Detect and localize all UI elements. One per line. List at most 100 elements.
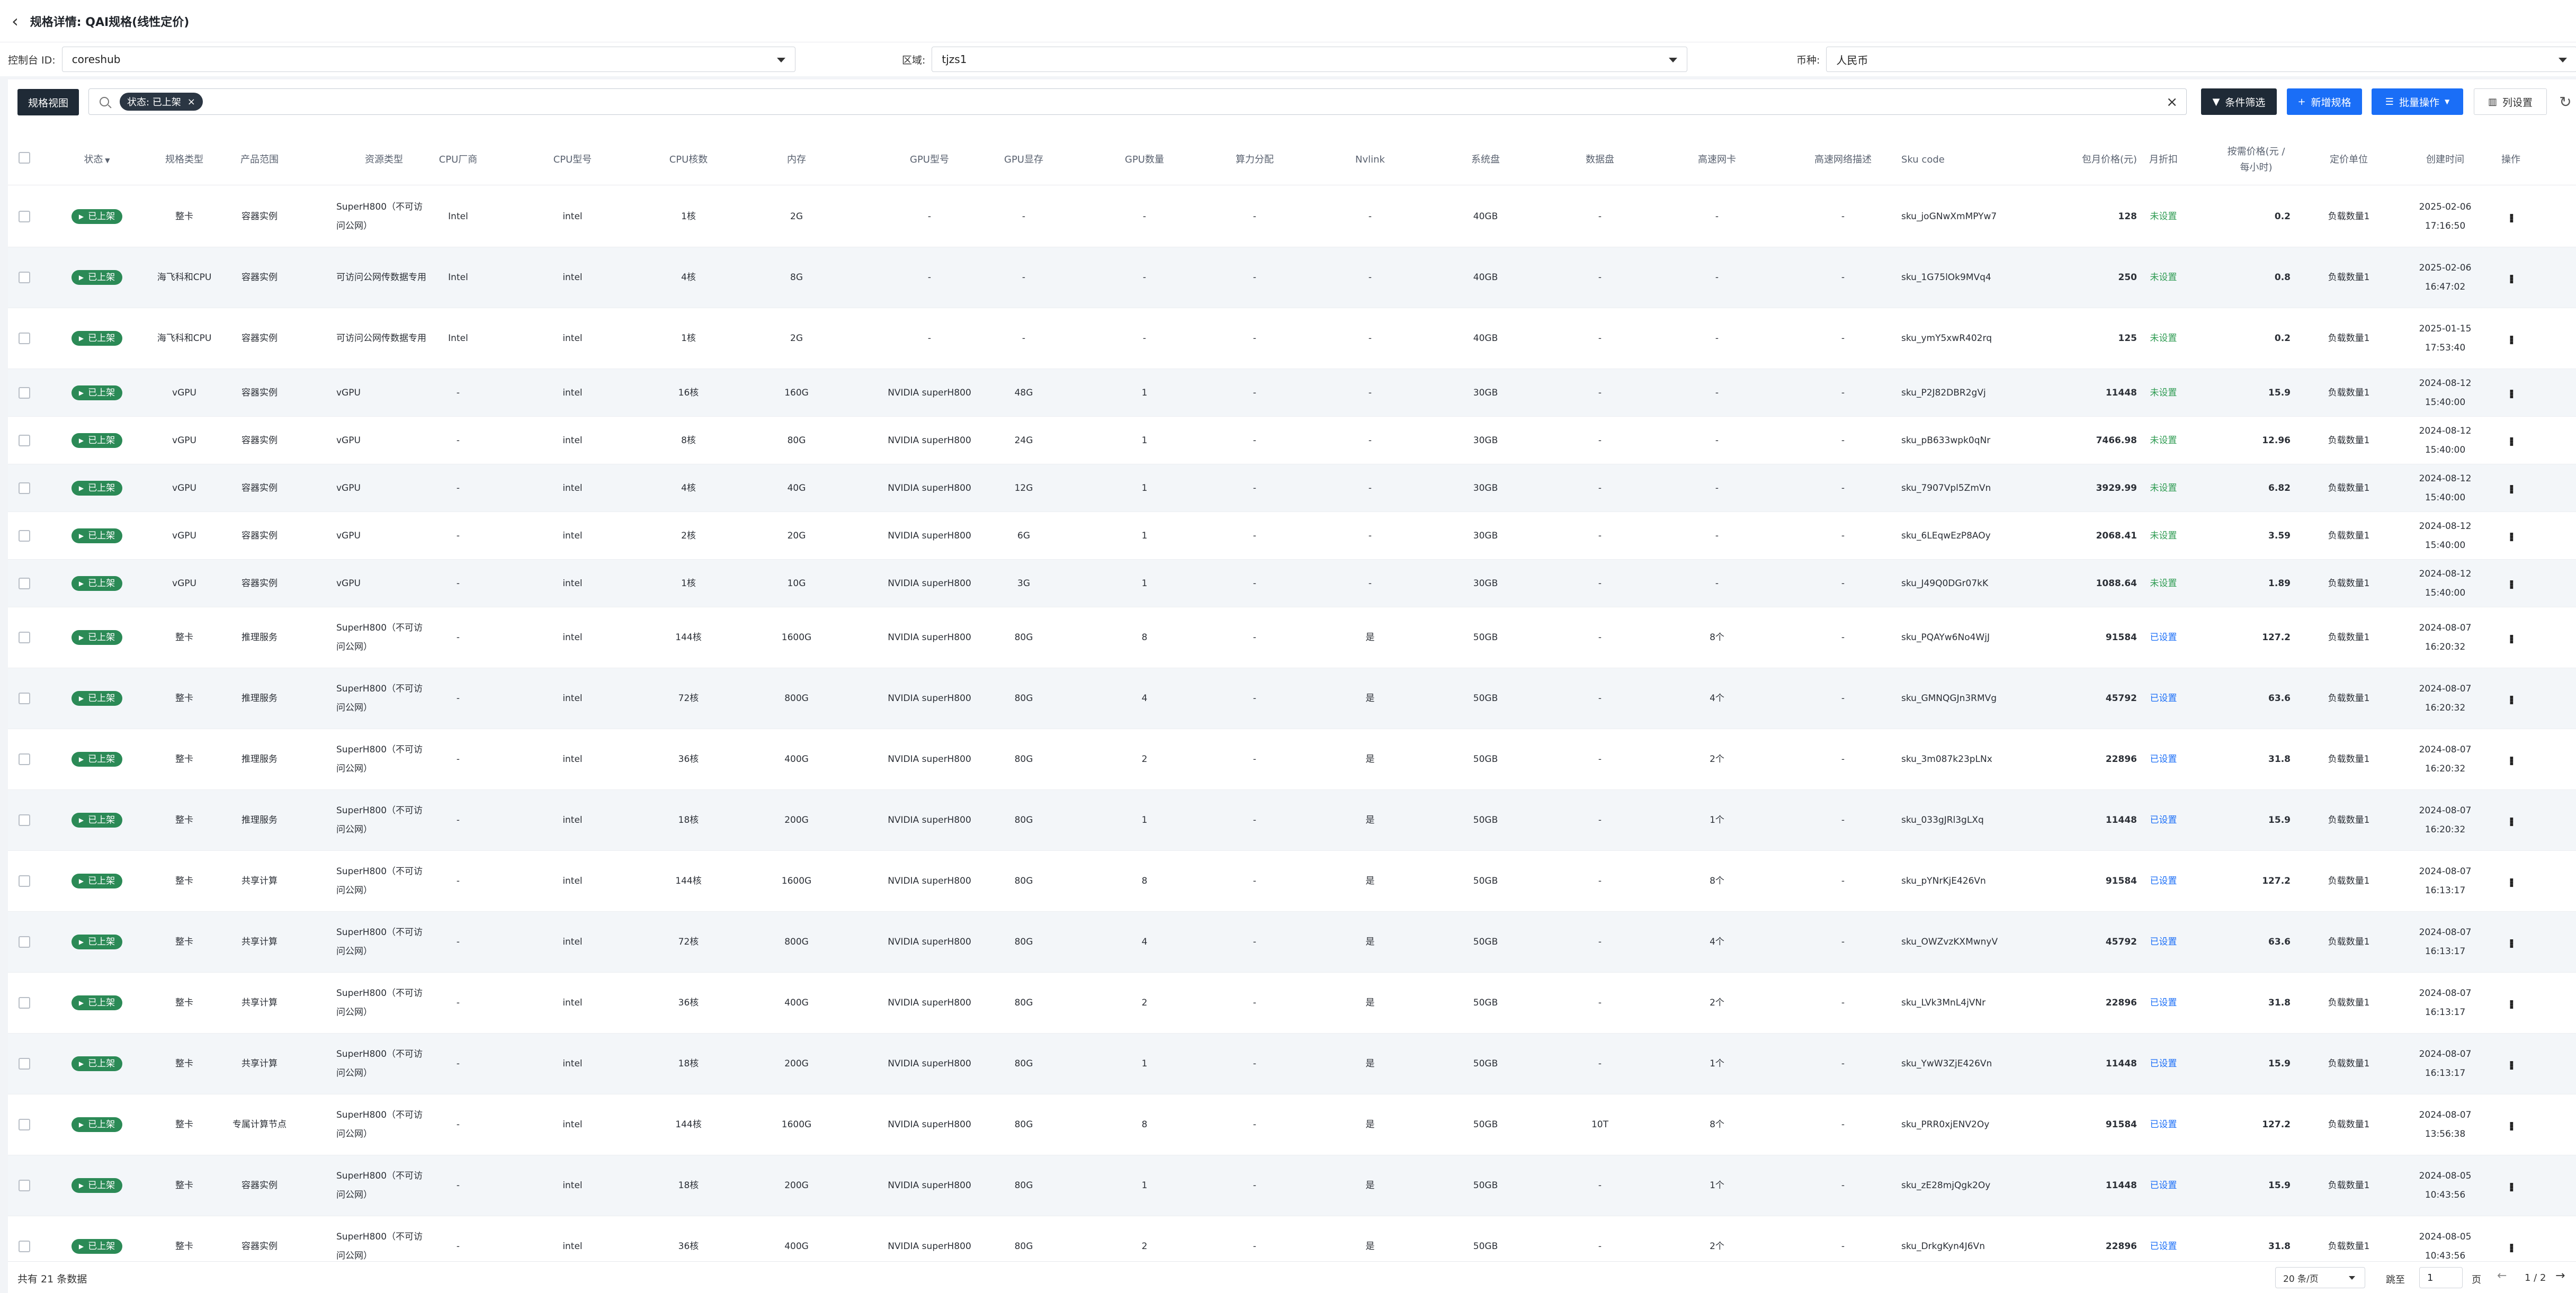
more-actions-icon[interactable]: ··· (2501, 436, 2520, 444)
row-checkbox[interactable] (19, 632, 30, 643)
row-checkbox[interactable] (19, 211, 30, 222)
currency-select[interactable]: 人民币 (1826, 47, 2576, 72)
cell-gpu-model: NVIDIA superH800 (888, 1119, 971, 1130)
more-actions-icon[interactable]: ··· (2501, 1181, 2520, 1190)
cell-nic: 2个 (1710, 754, 1724, 765)
more-actions-icon[interactable]: ··· (2501, 938, 2520, 946)
column-settings-button[interactable]: ▥ 列设置 (2474, 88, 2547, 115)
row-checkbox[interactable] (19, 1180, 30, 1191)
cell-cores-wrap: 1核 (643, 308, 734, 369)
select-all-checkbox[interactable] (19, 152, 30, 164)
more-actions-icon[interactable]: ··· (2501, 877, 2520, 885)
play-icon: ▶ (78, 634, 84, 641)
cell-hourly-wrap: 0.2 (2222, 308, 2291, 369)
cell-discount[interactable]: 已设置 (2150, 1176, 2177, 1195)
more-actions-icon[interactable]: ··· (2501, 388, 2520, 397)
row-checkbox[interactable] (19, 753, 30, 765)
row-checkbox[interactable] (19, 997, 30, 1009)
cell-cpu-model-wrap: intel (535, 1155, 610, 1216)
cell-discount[interactable]: 已设置 (2150, 1237, 2177, 1256)
batch-operation-button[interactable]: ☰ 批量操作 ▼ (2372, 88, 2463, 115)
cell-discount[interactable]: 未设置 (2150, 526, 2177, 545)
cell-unit-wrap: 负载数量1 (2317, 790, 2381, 850)
back-arrow-icon[interactable]: ‹ (12, 13, 19, 30)
cell-discount[interactable]: 已设置 (2150, 1054, 2177, 1073)
row-checkbox[interactable] (19, 333, 30, 344)
more-actions-icon[interactable]: ··· (2501, 1059, 2520, 1068)
cell-hourly: 31.8 (2268, 1241, 2291, 1252)
row-checkbox[interactable] (19, 875, 30, 887)
row-checkbox[interactable] (19, 272, 30, 283)
more-actions-icon[interactable]: ··· (2501, 755, 2520, 764)
more-actions-icon[interactable]: ··· (2501, 1242, 2520, 1251)
cell-cores: 1核 (681, 333, 696, 344)
row-checkbox[interactable] (19, 1058, 30, 1070)
clear-search-icon[interactable]: × (2166, 94, 2178, 110)
row-checkbox[interactable] (19, 693, 30, 704)
row-checkbox[interactable] (19, 434, 30, 446)
cell-discount[interactable]: 已设置 (2150, 750, 2177, 769)
condition-filter-button[interactable]: ▼ 条件筛选 (2201, 88, 2277, 115)
cell-hourly-wrap: 15.9 (2222, 1034, 2291, 1094)
row-checkbox[interactable] (19, 1119, 30, 1130)
row-checkbox[interactable] (19, 936, 30, 948)
cell-discount[interactable]: 未设置 (2150, 207, 2177, 226)
cell-discount[interactable]: 未设置 (2150, 479, 2177, 498)
close-icon[interactable]: × (187, 96, 195, 107)
more-actions-icon[interactable]: ··· (2501, 694, 2520, 703)
console-select[interactable]: coreshub (61, 47, 795, 72)
row-checkbox[interactable] (19, 1241, 30, 1252)
row-checkbox[interactable] (19, 482, 30, 494)
status-label: 已上架 (88, 815, 115, 825)
cell-cpu-vendor: - (456, 754, 460, 765)
cell-net-desc-wrap: - (1793, 308, 1893, 369)
jump-page-input[interactable]: 1 (2419, 1267, 2463, 1288)
search-input[interactable]: 状态: 已上架 × × (88, 88, 2187, 115)
more-actions-icon[interactable]: ··· (2501, 212, 2520, 221)
cell-discount[interactable]: 已设置 (2150, 628, 2177, 647)
row-checkbox[interactable] (19, 529, 30, 542)
cell-discount[interactable]: 已设置 (2150, 993, 2177, 1012)
cell-gpu-mem: 80G (1014, 1241, 1033, 1252)
spec-view-button[interactable]: 规格视图 (17, 89, 79, 115)
more-actions-icon[interactable]: ··· (2501, 1120, 2520, 1129)
more-actions-icon[interactable]: ··· (2501, 334, 2520, 343)
more-actions-icon[interactable]: ··· (2501, 531, 2520, 540)
more-actions-icon[interactable]: ··· (2501, 999, 2520, 1007)
status-badge: ▶ 已上架 (71, 1239, 123, 1254)
cell-unit: 负载数量1 (2328, 937, 2370, 947)
cell-discount[interactable]: 已设置 (2150, 932, 2177, 951)
cell-gpu-model: NVIDIA superH800 (888, 937, 971, 947)
cell-discount[interactable]: 未设置 (2150, 431, 2177, 450)
cell-gpu-mem-wrap: 12G (987, 464, 1061, 511)
cell-discount[interactable]: 已设置 (2150, 811, 2177, 830)
cell-discount[interactable]: 已设置 (2150, 872, 2177, 891)
more-actions-icon[interactable]: ··· (2501, 633, 2520, 642)
cell-discount[interactable]: 已设置 (2150, 689, 2177, 708)
more-actions-icon[interactable]: ··· (2501, 816, 2520, 824)
cell-gpu-mem-wrap: 80G (987, 607, 1061, 668)
cell-discount[interactable]: 未设置 (2150, 574, 2177, 593)
more-actions-icon[interactable]: ··· (2501, 579, 2520, 587)
cell-discount-wrap: 已设置 (2137, 1034, 2190, 1094)
row-checkbox[interactable] (19, 814, 30, 826)
filter-icon[interactable]: ▼ (103, 157, 110, 164)
cell-discount[interactable]: 未设置 (2150, 268, 2177, 287)
cell-discount[interactable]: 未设置 (2150, 383, 2177, 402)
row-checkbox[interactable] (19, 577, 30, 589)
row-checkbox[interactable] (19, 387, 30, 399)
cell-discount[interactable]: 未设置 (2150, 329, 2177, 348)
more-actions-icon[interactable]: ··· (2501, 273, 2520, 282)
status-label: 已上架 (88, 530, 115, 541)
column-header-status[interactable]: 状态 ▼ (70, 152, 123, 168)
add-spec-button[interactable]: + 新增规格 (2287, 88, 2362, 115)
add-spec-label: 新增规格 (2311, 96, 2351, 109)
cell-datadisk: - (1598, 937, 1602, 947)
next-page-icon[interactable]: → (2555, 1269, 2565, 1282)
more-actions-icon[interactable]: ··· (2501, 483, 2520, 492)
region-select[interactable]: tjzs1 (932, 47, 1688, 72)
cell-discount[interactable]: 已设置 (2150, 1115, 2177, 1134)
page-size-select[interactable]: 20 条/页 (2275, 1267, 2365, 1288)
prev-page-icon[interactable]: ← (2497, 1269, 2507, 1282)
refresh-icon[interactable]: ↻ (2556, 88, 2574, 115)
